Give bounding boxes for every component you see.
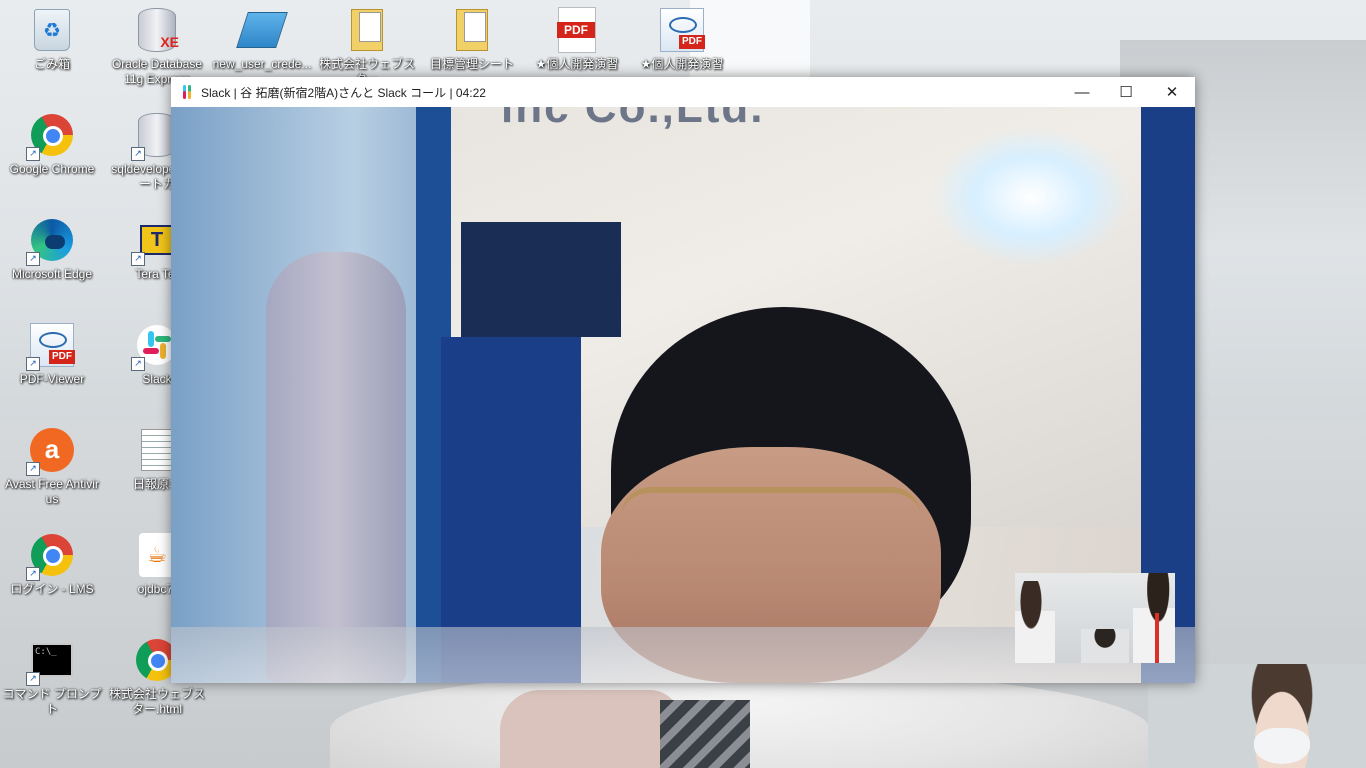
desktop-icon-label: コマンド プロンプト bbox=[2, 687, 102, 716]
video-glasses bbox=[621, 487, 921, 563]
desktop-icon-label: Microsoft Edge bbox=[11, 267, 93, 281]
folder-pdf-icon bbox=[450, 8, 494, 52]
self-view-lanyard bbox=[1155, 613, 1159, 663]
desktop-icon-label: new_user_crede... bbox=[212, 57, 312, 71]
desktop-icon-label: 株式会社ウェブスター.html bbox=[108, 687, 205, 716]
video-board-text: inc Co.,Ltd. bbox=[501, 107, 765, 132]
pdf-icon: PDF bbox=[555, 7, 599, 53]
close-button[interactable]: ✕ bbox=[1149, 77, 1195, 107]
wallpaper-hand bbox=[500, 690, 680, 768]
oracle-database-icon: XE bbox=[135, 8, 179, 52]
desktop-icon-label: 目標管理シート bbox=[429, 57, 514, 71]
self-view-person-right bbox=[1133, 573, 1175, 663]
slack-icon bbox=[179, 84, 195, 100]
video-finger bbox=[266, 252, 406, 683]
self-view-person-left bbox=[1015, 581, 1055, 663]
desktop-icon-command-prompt[interactable]: C:\_ ↗ コマンド プロンプト bbox=[0, 638, 104, 717]
wallpaper-pip-mask bbox=[1254, 728, 1310, 764]
chrome-icon: ↗ bbox=[26, 533, 74, 581]
desktop-icon-oracle-database[interactable]: XE Oracle Database 11g Express bbox=[105, 8, 209, 87]
desktop-icon-label: ごみ箱 bbox=[33, 57, 70, 71]
desktop-icon-webster-folder[interactable]: 株式会社ウェブスター bbox=[315, 8, 419, 87]
recycle-bin-icon: ♻ bbox=[30, 8, 74, 52]
desktop-icon-label: ★個人開発演習 bbox=[640, 57, 724, 71]
wallpaper-tie bbox=[660, 700, 750, 768]
notepad-icon bbox=[236, 8, 288, 52]
desktop-icon-avast[interactable]: a ↗ Avast Free Antivirus bbox=[0, 428, 104, 507]
desktop-icon-personal-dev-pdf[interactable]: PDF ★個人開発演習 bbox=[525, 7, 629, 72]
pdf-viewer-icon: PDF bbox=[660, 8, 705, 52]
folder-icon bbox=[345, 8, 389, 52]
video-dark-panel bbox=[461, 222, 621, 337]
window-title: Slack | 谷 拓磨(新宿2階A)さんと Slack コール | 04:22 bbox=[201, 85, 486, 100]
self-view-video[interactable] bbox=[1015, 573, 1175, 663]
avast-icon: a ↗ bbox=[26, 428, 74, 476]
desktop-icon-new-user-credentials[interactable]: new_user_crede... bbox=[210, 8, 314, 72]
maximize-button[interactable]: ☐ bbox=[1103, 77, 1149, 107]
desktop-icon-goal-sheet[interactable]: 目標管理シート bbox=[420, 8, 524, 72]
desktop-icon-label: Google Chrome bbox=[9, 162, 95, 176]
window-titlebar[interactable]: Slack | 谷 拓磨(新宿2階A)さんと Slack コール | 04:22… bbox=[171, 77, 1195, 107]
desktop-icon-personal-dev-pdfviewer[interactable]: PDF ★個人開発演習 bbox=[630, 8, 734, 72]
desktop-icon-label: ★個人開発演習 bbox=[535, 57, 619, 71]
slack-call-window[interactable]: Slack | 谷 拓磨(新宿2階A)さんと Slack コール | 04:22… bbox=[171, 77, 1195, 683]
desktop-icon-label: ログイン - LMS bbox=[10, 582, 94, 596]
remote-video[interactable]: inc Co.,Ltd. bbox=[171, 107, 1195, 683]
desktop-icon-microsoft-edge[interactable]: ↗ Microsoft Edge bbox=[0, 218, 104, 282]
command-prompt-icon: C:\_ ↗ bbox=[26, 638, 74, 686]
chrome-icon: ↗ bbox=[26, 113, 74, 161]
desktop-icon-recycle-bin[interactable]: ♻ ごみ箱 bbox=[0, 8, 104, 72]
self-view-person-middle bbox=[1081, 629, 1129, 663]
desktop-icon-pdf-viewer[interactable]: PDF ↗ PDF-Viewer bbox=[0, 323, 104, 387]
desktop-icon-label: Avast Free Antivirus bbox=[5, 477, 99, 506]
desktop-icon-login-lms[interactable]: ↗ ログイン - LMS bbox=[0, 533, 104, 597]
pdf-viewer-icon: PDF ↗ bbox=[26, 323, 75, 371]
desktop-icon-label: PDF-Viewer bbox=[19, 372, 85, 386]
minimize-button[interactable]: — bbox=[1059, 77, 1105, 107]
video-lamp bbox=[931, 127, 1131, 267]
desktop-icon-google-chrome[interactable]: ↗ Google Chrome bbox=[0, 113, 104, 177]
edge-icon: ↗ bbox=[26, 218, 74, 266]
